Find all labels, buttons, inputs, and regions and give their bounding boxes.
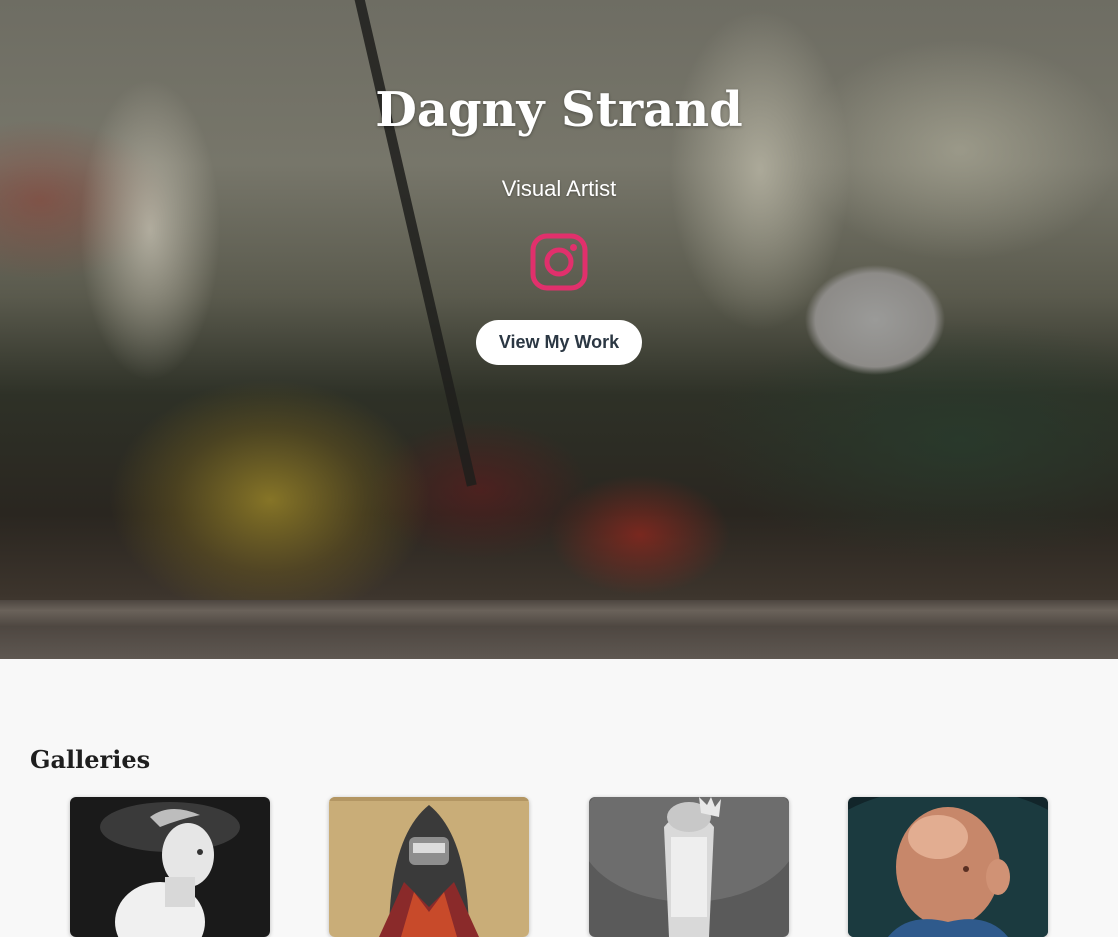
hooded-figure-thumbnail [329,797,529,937]
hero-background-rail [0,600,1118,659]
artist-tagline: Visual Artist [501,176,617,201]
pale-figure-thumbnail [70,797,270,937]
gallery-card[interactable] [329,797,529,937]
gallery-card[interactable] [848,797,1048,937]
galleries-heading: Galleries [30,745,151,774]
swaddled-baby-thumbnail [589,797,789,937]
artist-name: Dagny Strand [375,82,743,138]
gallery-card[interactable] [70,797,270,937]
hero-background-detail [350,0,477,487]
gallery-card[interactable] [589,797,789,937]
view-my-work-button[interactable]: View My Work [476,320,642,365]
hero-banner: Dagny Strand Visual Artist View My Work [0,0,1118,659]
bald-man-portrait-thumbnail [848,797,1048,937]
galleries-section: Galleries [0,659,1118,937]
instagram-icon[interactable] [530,233,588,291]
